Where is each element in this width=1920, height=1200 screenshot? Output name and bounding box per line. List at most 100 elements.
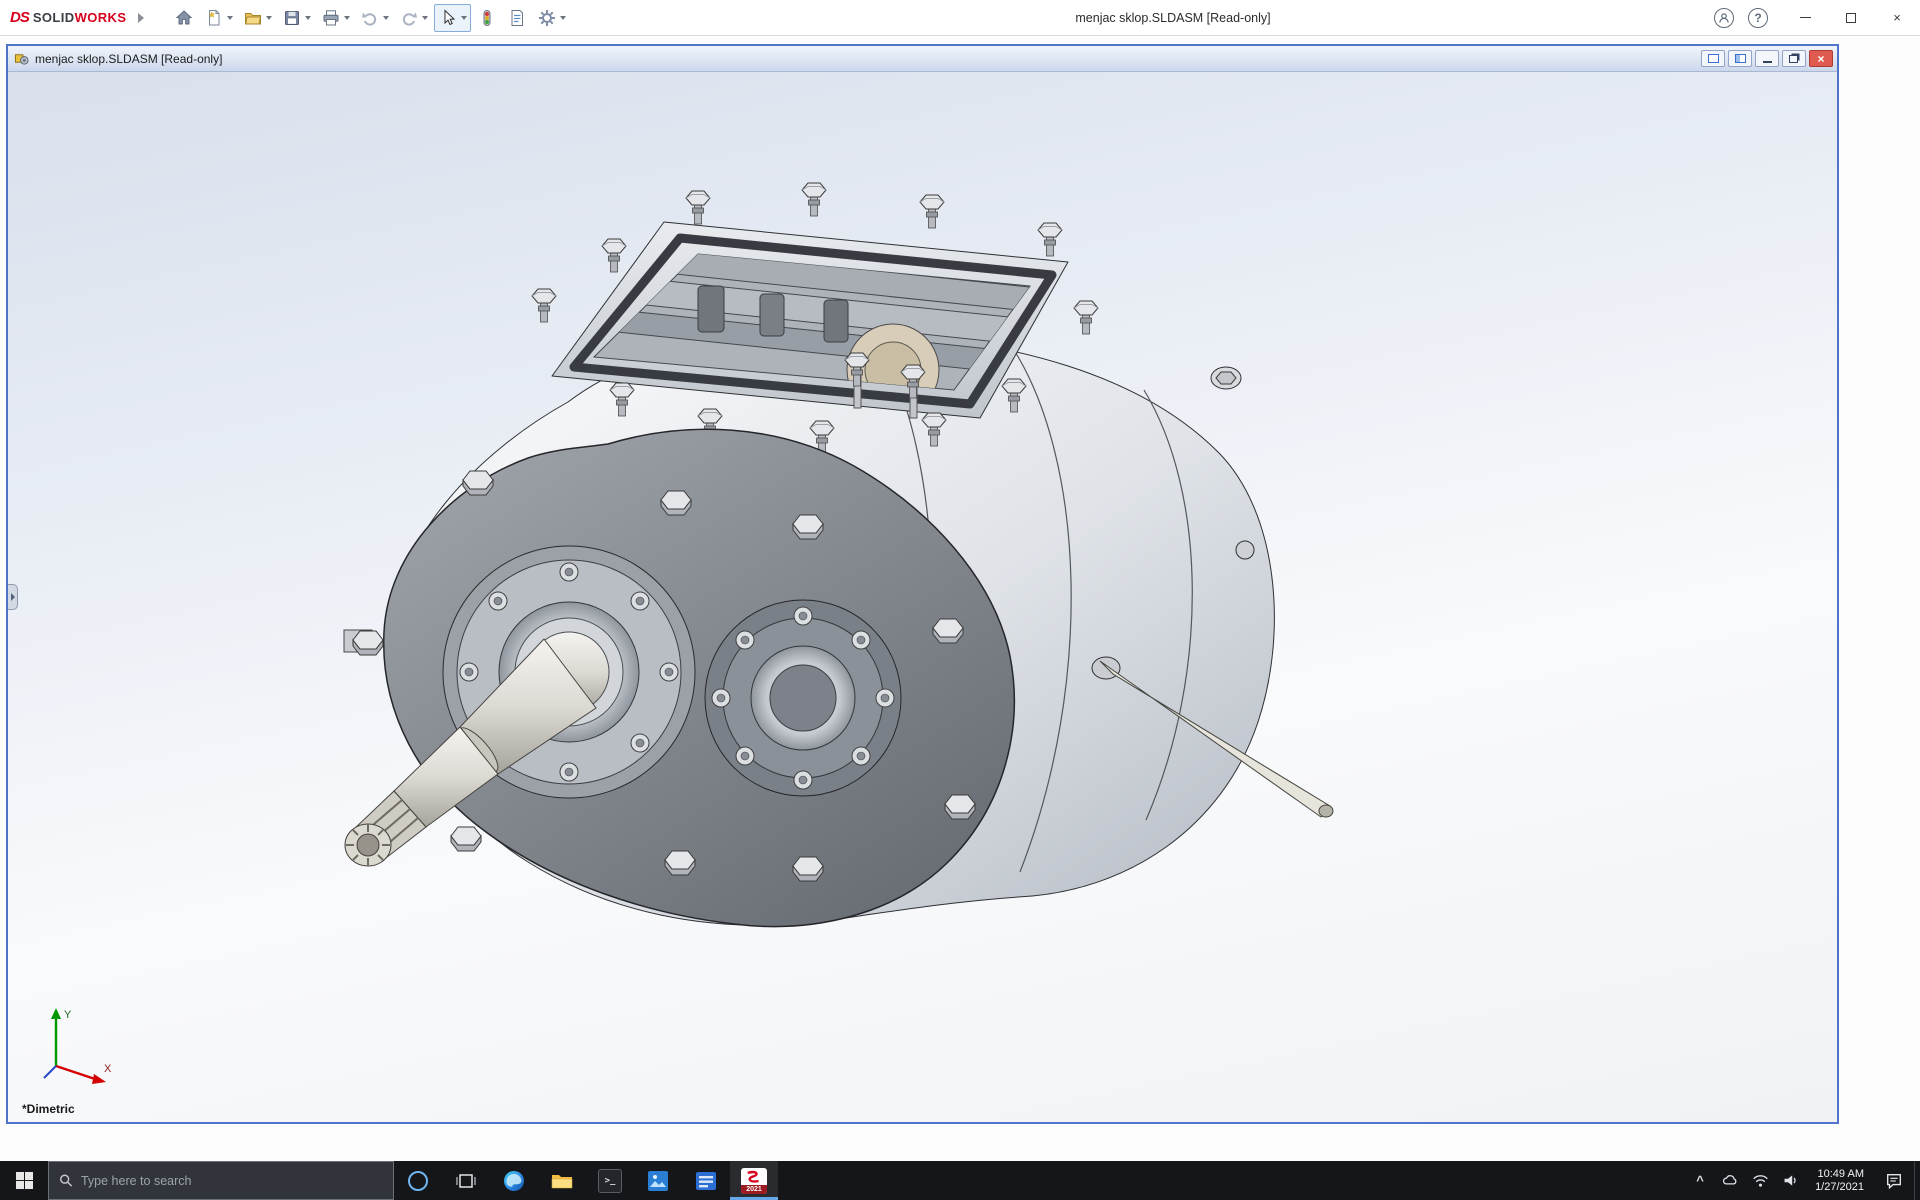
- doc-restore-icon: [1789, 55, 1798, 63]
- app-minimize-button[interactable]: [1782, 0, 1828, 36]
- tile-right-icon: [1735, 54, 1746, 63]
- doc-tile-left-button[interactable]: [1701, 50, 1725, 67]
- clock-date: 1/27/2021: [1815, 1181, 1864, 1194]
- system-tray: ^ 10:49 AM 1/27/2021: [1685, 1161, 1920, 1200]
- quick-access-toolbar: [170, 4, 570, 32]
- action-center-icon: [1885, 1172, 1903, 1190]
- taskbar-file-explorer-button[interactable]: [538, 1161, 586, 1200]
- solidworks-version-badge: 2021: [741, 1185, 767, 1194]
- select-tool-button[interactable]: [434, 4, 471, 32]
- start-button[interactable]: [0, 1161, 48, 1200]
- file-properties-icon: [507, 8, 527, 28]
- assembly-document-icon: [14, 51, 29, 66]
- gearbox-3d-model[interactable]: [8, 72, 1837, 1122]
- taskbar-search[interactable]: [48, 1161, 394, 1200]
- show-desktop-strip[interactable]: [1914, 1161, 1920, 1200]
- doc-close-icon: ×: [1817, 52, 1824, 66]
- terminal-glyph: >_: [605, 1176, 616, 1186]
- home-button[interactable]: [170, 4, 198, 32]
- clock-time: 10:49 AM: [1818, 1168, 1864, 1181]
- cloud-icon: [1722, 1172, 1739, 1189]
- task-view-button[interactable]: [442, 1161, 490, 1200]
- help-icon: ?: [1754, 11, 1761, 25]
- select-dropdown-arrow-icon[interactable]: [461, 16, 467, 20]
- app-window-title: menjac sklop.SLDASM [Read-only]: [1075, 11, 1270, 25]
- close-icon: ×: [1893, 10, 1901, 25]
- solidworks-mark-icon: [745, 1170, 763, 1183]
- file-explorer-icon: [550, 1169, 574, 1193]
- chevron-up-icon: ^: [1696, 1173, 1704, 1188]
- doc-close-button[interactable]: ×: [1809, 50, 1833, 67]
- volume-icon: [1782, 1172, 1799, 1189]
- save-dropdown-arrow-icon[interactable]: [305, 16, 311, 20]
- file-properties-button[interactable]: [503, 4, 531, 32]
- undo-icon: [360, 8, 380, 28]
- edge-icon: [502, 1169, 526, 1193]
- sign-in-account-icon[interactable]: [1714, 8, 1734, 28]
- graphics-area[interactable]: Y X *Dimetric: [8, 72, 1837, 1122]
- taskbar-clock[interactable]: 10:49 AM 1/27/2021: [1805, 1161, 1874, 1200]
- app-close-button[interactable]: ×: [1874, 0, 1920, 36]
- open-dropdown-arrow-icon[interactable]: [266, 16, 272, 20]
- gearbox-assembly: [344, 183, 1333, 927]
- view-orientation-label: *Dimetric: [22, 1102, 75, 1116]
- cortana-icon: [408, 1171, 428, 1191]
- tile-left-icon: [1708, 54, 1719, 63]
- app-titlebar: DSSOLIDWORKS: [0, 0, 1920, 36]
- app-maximize-button[interactable]: [1828, 0, 1874, 36]
- select-cursor-icon: [438, 8, 458, 28]
- taskbar-solidworks-button[interactable]: 2021: [730, 1161, 778, 1200]
- app-window-icon: [694, 1169, 718, 1193]
- doc-tile-right-button[interactable]: [1728, 50, 1752, 67]
- solidworks-app-icon: 2021: [741, 1168, 767, 1194]
- hidden-icons-button[interactable]: ^: [1685, 1161, 1715, 1200]
- document-title: menjac sklop.SLDASM [Read-only]: [35, 52, 222, 66]
- print-dropdown-arrow-icon[interactable]: [344, 16, 350, 20]
- undo-dropdown-arrow-icon[interactable]: [383, 16, 389, 20]
- menu-flyout-arrow-icon[interactable]: [138, 13, 144, 23]
- taskbar-edge-button[interactable]: [490, 1161, 538, 1200]
- new-document-button[interactable]: [200, 4, 237, 32]
- search-input[interactable]: [81, 1174, 383, 1188]
- minimize-icon: [1800, 17, 1811, 18]
- print-button[interactable]: [317, 4, 354, 32]
- redo-dropdown-arrow-icon[interactable]: [422, 16, 428, 20]
- doc-minimize-button[interactable]: [1755, 50, 1779, 67]
- rebuild-button[interactable]: [473, 4, 501, 32]
- windows-taskbar: >_ 2021 ^: [0, 1161, 1920, 1200]
- options-button[interactable]: [533, 4, 570, 32]
- redo-button[interactable]: [395, 4, 432, 32]
- options-gear-icon: [537, 8, 557, 28]
- save-button[interactable]: [278, 4, 315, 32]
- tray-volume-button[interactable]: [1775, 1161, 1805, 1200]
- taskbar-app-window-button[interactable]: [682, 1161, 730, 1200]
- triad-y-label: Y: [64, 1009, 72, 1021]
- undo-button[interactable]: [356, 4, 393, 32]
- orientation-triad[interactable]: Y X: [34, 1002, 120, 1094]
- cortana-button[interactable]: [394, 1161, 442, 1200]
- action-center-button[interactable]: [1874, 1161, 1914, 1200]
- windows-logo-icon: [16, 1172, 33, 1189]
- tray-network-button[interactable]: [1745, 1161, 1775, 1200]
- tray-cloud-button[interactable]: [1715, 1161, 1745, 1200]
- document-window: menjac sklop.SLDASM [Read-only] ×: [6, 44, 1839, 1124]
- help-button[interactable]: ?: [1748, 8, 1768, 28]
- terminal-icon: >_: [598, 1169, 622, 1193]
- new-dropdown-arrow-icon[interactable]: [227, 16, 233, 20]
- rebuild-traffic-light-icon: [477, 8, 497, 28]
- ds-logo-mark: DS: [10, 9, 29, 26]
- save-icon: [282, 8, 302, 28]
- doc-restore-button[interactable]: [1782, 50, 1806, 67]
- open-button[interactable]: [239, 4, 276, 32]
- print-icon: [321, 8, 341, 28]
- options-dropdown-arrow-icon[interactable]: [560, 16, 566, 20]
- doc-minimize-icon: [1763, 61, 1772, 63]
- taskbar-terminal-button[interactable]: >_: [586, 1161, 634, 1200]
- wifi-icon: [1752, 1172, 1769, 1189]
- document-titlebar[interactable]: menjac sklop.SLDASM [Read-only] ×: [8, 46, 1837, 72]
- home-icon: [174, 8, 194, 28]
- new-document-icon: [204, 8, 224, 28]
- taskbar-photos-button[interactable]: [634, 1161, 682, 1200]
- featuremanager-collapse-tab[interactable]: [8, 584, 18, 610]
- maximize-icon: [1846, 13, 1856, 23]
